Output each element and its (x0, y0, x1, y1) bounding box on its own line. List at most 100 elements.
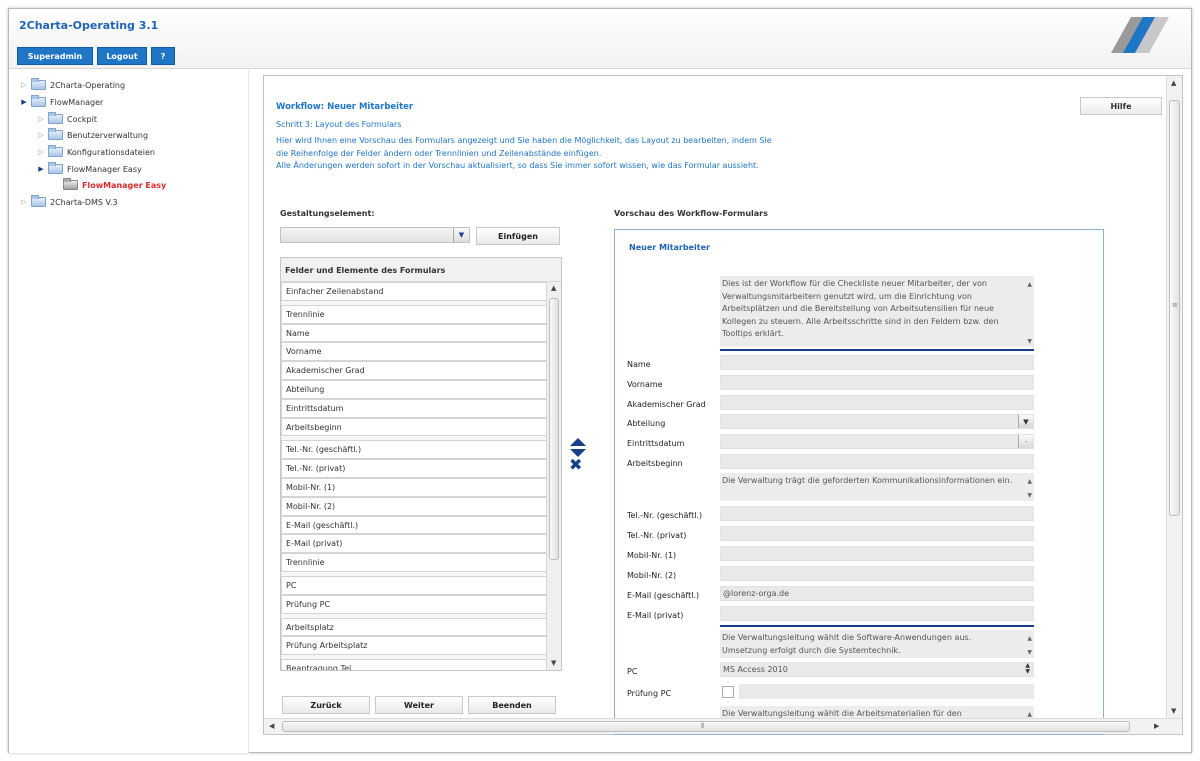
list-item[interactable]: Prüfung PC (281, 594, 547, 614)
list-item[interactable]: Tel.-Nr. (privat) (281, 459, 547, 478)
main-horizontal-scrollbar[interactable]: ◀ ⦀ ▶ (264, 718, 1182, 734)
scroll-down-icon[interactable]: ▼ (1171, 707, 1176, 715)
list-item[interactable]: Trennlinie (281, 553, 547, 572)
remove-icon[interactable]: ✖ (569, 457, 582, 473)
tel-privat-input[interactable] (720, 526, 1034, 541)
list-item[interactable]: Beantragung Tel. (281, 659, 547, 670)
list-item[interactable]: Abteilung (281, 379, 547, 399)
preview-field-label: PC (627, 667, 638, 676)
mobil-2-input[interactable] (720, 566, 1034, 581)
beenden-button[interactable]: Beenden (468, 696, 556, 714)
preview-field-label: Arbeitsbeginn (627, 459, 683, 468)
pc-select[interactable]: MS Access 2010 ▲ ▼ (720, 662, 1034, 677)
superadmin-button[interactable]: Superadmin (17, 47, 93, 65)
einfuegen-button[interactable]: Einfügen (476, 227, 560, 245)
main-vertical-scrollbar[interactable]: ▲ ≡ ▼ (1166, 76, 1182, 719)
abteilung-select[interactable]: ▼ (720, 414, 1034, 429)
scroll-up-icon[interactable]: ▲ (1171, 79, 1176, 87)
pruefung-pc-checkbox[interactable] (722, 686, 734, 698)
weiter-button[interactable]: Weiter (375, 696, 463, 714)
preview-field-label: E-Mail (privat) (627, 611, 684, 620)
tree-item-flowmanager-easy[interactable]: ▶ FlowManager Easy (36, 162, 142, 176)
tree-item-flowmanager[interactable]: ▶ FlowManager (19, 95, 103, 109)
list-item[interactable]: Akademischer Grad (281, 361, 547, 380)
list-item[interactable]: Eintrittsdatum (281, 398, 547, 418)
list-item[interactable]: Arbeitsbeginn (281, 417, 547, 437)
spinner-icon[interactable]: ▲ ▼ (1025, 663, 1030, 675)
tel-geschaeftl-input[interactable] (720, 506, 1034, 521)
scroll-right-icon[interactable]: ▶ (1154, 722, 1159, 730)
email-geschaeftl-input[interactable]: @lorenz-orga.de (720, 586, 1034, 601)
list-item[interactable]: Mobil-Nr. (1) (281, 477, 547, 497)
date-picker-icon[interactable]: · (1018, 435, 1033, 448)
expand-icon[interactable]: ▷ (19, 198, 29, 206)
app-header: 2Charta-Operating 3.1 Superadmin Logout … (9, 9, 1191, 69)
zurueck-button[interactable]: Zurück (282, 696, 370, 714)
folder-icon (31, 195, 46, 207)
arbeitsbeginn-input[interactable] (720, 454, 1034, 469)
list-item[interactable]: E-Mail (geschäftl.) (281, 515, 547, 535)
scroll-up-icon[interactable]: ▲ (1027, 279, 1032, 292)
fields-scrollbar[interactable]: ▲ ▼ (546, 282, 561, 670)
scroll-down-icon[interactable]: ▼ (1027, 336, 1032, 347)
expand-icon[interactable]: ▷ (36, 131, 46, 139)
tree-item-2charta-operating[interactable]: ▷ 2Charta-Operating (19, 78, 125, 92)
collapse-icon[interactable]: ▶ (36, 165, 46, 173)
tree-item-benutzerverwaltung[interactable]: ▷ Benutzerverwaltung (36, 128, 148, 142)
preview-field-label: Mobil-Nr. (1) (627, 551, 677, 560)
tree-item-flowmanager-easy-active[interactable]: FlowManager Easy (61, 178, 166, 192)
preview-divider (720, 349, 1034, 351)
preview-field-label: Name (627, 360, 651, 369)
list-item[interactable]: Trennlinie (281, 304, 547, 324)
chevron-down-icon[interactable]: ▼ (1018, 415, 1033, 428)
preview-field-label: Abteilung (627, 419, 666, 428)
tree-item-2charta-dms[interactable]: ▷ 2Charta-DMS V.3 (19, 195, 118, 209)
logout-button[interactable]: Logout (97, 47, 147, 65)
expand-icon[interactable]: ▷ (36, 115, 46, 123)
scroll-up-icon[interactable]: ▲ (551, 284, 556, 292)
list-item[interactable]: Einfacher Zeilenabstand (281, 282, 547, 301)
chevron-down-icon[interactable]: ▼ (453, 228, 469, 242)
move-up-icon[interactable] (570, 438, 586, 446)
fields-scroll-thumb[interactable] (549, 298, 559, 560)
preview-field-label: Tel.-Nr. (privat) (627, 531, 687, 540)
list-item[interactable]: Tel.-Nr. (geschäftl.) (281, 440, 547, 460)
gestaltungselement-label: Gestaltungselement: (280, 209, 375, 218)
expand-icon[interactable]: ▷ (36, 148, 46, 156)
gestaltungselement-select[interactable]: ▼ (280, 227, 470, 243)
vorname-input[interactable] (720, 375, 1034, 390)
scroll-up-icon[interactable]: ▲ (1027, 633, 1032, 646)
list-item[interactable]: Arbeitsplatz (281, 617, 547, 637)
preview-field-label: Tel.-Nr. (geschäftl.) (627, 511, 703, 520)
list-item[interactable]: Prüfung Arbeitsplatz (281, 636, 547, 656)
scroll-down-icon[interactable]: ▼ (551, 659, 556, 667)
sidebar-tree: ▷ 2Charta-Operating ▶ FlowManager ▷ Cock… (9, 70, 249, 753)
preview-field-label: E-Mail (geschäftl.) (627, 591, 700, 600)
scroll-down-icon[interactable]: ▼ (1027, 490, 1032, 501)
list-item[interactable]: PC (281, 575, 547, 595)
email-privat-input[interactable] (720, 606, 1034, 621)
main-hscroll-thumb[interactable]: ⦀ (282, 721, 1130, 732)
form-fields-header: Felder und Elemente des Formulars (281, 258, 561, 282)
scroll-left-icon[interactable]: ◀ (269, 722, 274, 730)
eintrittsdatum-input[interactable]: · (720, 434, 1034, 449)
list-item[interactable]: Name (281, 323, 547, 343)
help-question-button[interactable]: ? (151, 47, 175, 65)
akademischer-grad-input[interactable] (720, 395, 1034, 410)
expand-icon[interactable]: ▷ (19, 81, 29, 89)
hilfe-button[interactable]: Hilfe (1080, 97, 1162, 115)
list-item[interactable]: Mobil-Nr. (2) (281, 496, 547, 516)
scroll-up-icon[interactable]: ▲ (1027, 476, 1032, 489)
name-input[interactable] (720, 355, 1034, 370)
tree-item-cockpit[interactable]: ▷ Cockpit (36, 112, 97, 126)
main-vscroll-thumb[interactable]: ≡ (1169, 100, 1180, 516)
grip-icon: ⦀ (701, 722, 705, 730)
preview-heading: Vorschau des Workflow-Formulars (614, 209, 768, 218)
tree-item-konfigurationsdateien[interactable]: ▷ Konfigurationsdateien (36, 145, 155, 159)
list-item[interactable]: Vorname (281, 342, 547, 362)
collapse-icon[interactable]: ▶ (19, 98, 29, 106)
pruefung-pc-field[interactable] (739, 684, 1034, 699)
mobil-1-input[interactable] (720, 546, 1034, 561)
scroll-down-icon[interactable]: ▼ (1027, 647, 1032, 658)
list-item[interactable]: E-Mail (privat) (281, 534, 547, 554)
